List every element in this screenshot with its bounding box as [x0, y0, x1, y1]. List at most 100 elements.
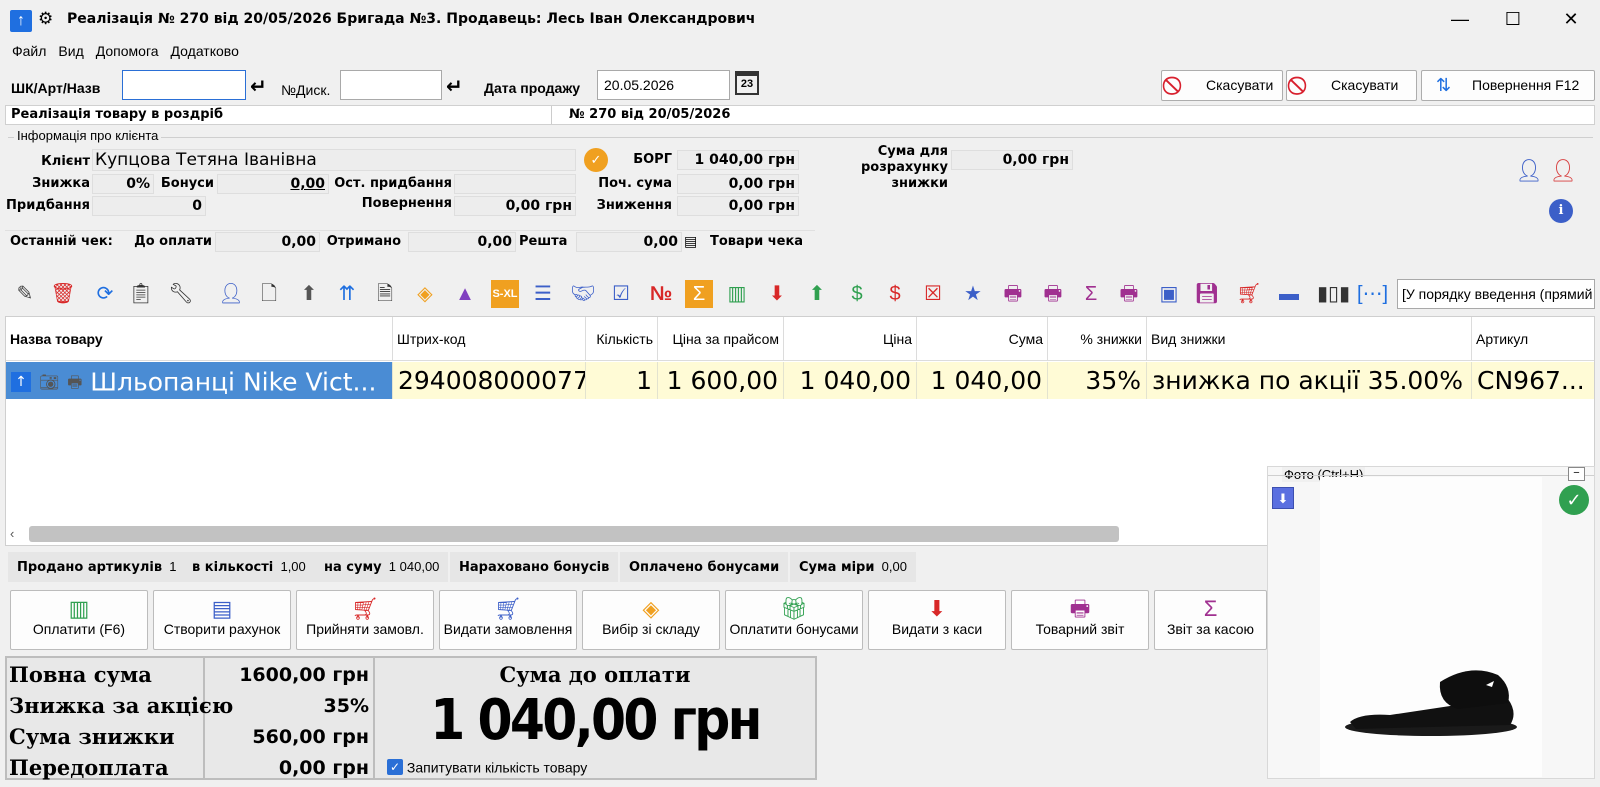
accept-order-button[interactable]: 🛒︎ Прийняти замовл.: [296, 590, 434, 650]
shapes-icon[interactable]: ▲: [451, 280, 479, 308]
dollar-out-icon[interactable]: $: [881, 280, 909, 308]
calendar-icon[interactable]: 23: [735, 71, 759, 95]
enter-icon[interactable]: ↵: [250, 74, 267, 99]
col-article[interactable]: Артикул: [1472, 317, 1594, 361]
row-price-list-cell[interactable]: 1 600,00: [658, 362, 784, 399]
col-price[interactable]: Ціна: [784, 317, 917, 361]
camera-icon[interactable]: 📷︎: [39, 373, 59, 392]
return-button[interactable]: ⇅ Повернення F12: [1421, 70, 1595, 101]
sort-select[interactable]: [У порядку введення (прямий: [1397, 279, 1595, 309]
user-icon[interactable]: 👤︎: [217, 280, 245, 308]
col-qty[interactable]: Кількість: [586, 317, 658, 361]
receipt-icon[interactable]: ▤: [684, 233, 697, 250]
arrow-down-icon[interactable]: ⬇: [1272, 487, 1294, 509]
cash-icon[interactable]: ▥: [723, 280, 751, 308]
bonus-value[interactable]: 0,00: [217, 174, 329, 194]
arrow-down-icon[interactable]: ⬇: [763, 280, 791, 308]
user-icon[interactable]: 👤︎: [1515, 158, 1543, 184]
scroll-left-icon[interactable]: ‹: [10, 526, 14, 541]
arrow-up-icon[interactable]: ↑: [11, 372, 31, 392]
pay-bonus-button[interactable]: 🎁︎ Оплатити бонусами: [725, 590, 863, 650]
ask-qty-row[interactable]: ✓ Запитувати кількість товару: [387, 758, 587, 776]
col-name[interactable]: Назва товару: [6, 317, 393, 361]
goods-report-button[interactable]: 🖶︎ Товарний звіт: [1011, 590, 1149, 650]
pay-button[interactable]: ▥ Оплатити (F6): [10, 590, 148, 650]
maximize-button[interactable]: ☐: [1490, 6, 1536, 32]
collapse-icon[interactable]: −: [1568, 467, 1585, 481]
print-icon[interactable]: 🖶︎: [999, 280, 1027, 308]
handshake-icon[interactable]: 🤝︎: [569, 280, 597, 308]
favorite-icon[interactable]: ★: [959, 280, 987, 308]
menu-extra[interactable]: Додатково: [165, 39, 245, 59]
col-disc-pct[interactable]: % знижки: [1048, 317, 1147, 361]
cancel-button[interactable]: ⃠Скасувати: [1161, 70, 1283, 101]
col-disc-type[interactable]: Вид знижки: [1147, 317, 1472, 361]
save-menu-icon[interactable]: 💾︎: [1193, 280, 1221, 308]
row-name-cell[interactable]: ↑ 📷︎ 🖶︎ Шльопанці Nike Vict...: [6, 362, 393, 399]
printer-menu-icon[interactable]: 🖶︎▾: [1115, 280, 1143, 333]
ask-qty-checkbox[interactable]: ✓: [387, 759, 403, 776]
user-outline-icon[interactable]: 👤︎: [1549, 158, 1577, 184]
cart-menu-icon[interactable]: 🛒︎: [1235, 280, 1263, 308]
sum-icon[interactable]: Σ: [685, 280, 713, 308]
discount-value: 0%: [92, 174, 154, 194]
row-sum-cell[interactable]: 1 040,00: [917, 362, 1048, 399]
close-button[interactable]: ✕: [1548, 6, 1594, 32]
id-card-icon[interactable]: ▣: [1155, 280, 1183, 308]
date-input[interactable]: [597, 70, 730, 100]
refresh-icon[interactable]: ⟳: [91, 280, 119, 308]
tools-icon[interactable]: 🔧︎: [167, 280, 195, 308]
warehouse-button[interactable]: ◈ Вибір зі складу: [582, 590, 720, 650]
row-qty-cell[interactable]: 1: [586, 362, 658, 399]
document-settings-icon[interactable]: 🗎: [371, 280, 399, 308]
add-document-icon[interactable]: 🗋: [255, 280, 283, 308]
cancel-all-button[interactable]: ⃠Скасувати всі: [1286, 70, 1417, 121]
menu-help[interactable]: Допомога: [90, 39, 165, 59]
col-sum[interactable]: Сума: [917, 317, 1048, 361]
arrow-up-icon[interactable]: ⬆: [803, 280, 831, 308]
disc-input[interactable]: [340, 70, 442, 100]
info-icon[interactable]: i: [1549, 199, 1573, 223]
delete-icon[interactable]: 🗑︎: [49, 280, 77, 308]
sort-up-icon[interactable]: ⇈: [333, 280, 361, 308]
size-icon[interactable]: S-XL: [491, 280, 519, 308]
row-barcode-cell[interactable]: 2940080000775: [393, 362, 586, 399]
check-icon[interactable]: ✓: [584, 148, 608, 172]
print-report-icon[interactable]: 🖶︎: [1039, 280, 1067, 308]
arrow-up-icon[interactable]: ↑: [10, 10, 32, 32]
enter-icon[interactable]: ↵: [446, 74, 463, 99]
row-disc-type-cell[interactable]: знижка по акції 35.00%: [1147, 362, 1472, 399]
row-article-cell[interactable]: CN967...: [1472, 362, 1594, 399]
menu-view[interactable]: Вид: [52, 39, 89, 59]
clipboard-icon[interactable]: 📋︎: [127, 280, 155, 308]
checklist-icon[interactable]: ☑: [607, 280, 635, 308]
client-field[interactable]: Купцова Тетяна Іванівна: [92, 149, 576, 171]
cash-report-button[interactable]: Σ Звіт за касою: [1154, 590, 1267, 650]
barcode-list-icon[interactable]: ☰: [529, 280, 557, 308]
menu-file[interactable]: Файл: [6, 39, 52, 59]
cash-out-button[interactable]: ⬇ Видати з каси: [868, 590, 1006, 650]
check-goods-label[interactable]: Товари чека: [710, 234, 803, 249]
create-invoice-button[interactable]: ▤ Створити рахунок: [153, 590, 291, 650]
printer-icon[interactable]: 🖶︎: [67, 373, 82, 392]
more-menu-icon[interactable]: [⋯]: [1357, 280, 1388, 308]
gear-icon[interactable]: ⚙: [38, 9, 53, 29]
edit-icon[interactable]: ✎: [11, 280, 39, 308]
col-price-list[interactable]: Ціна за прайсом: [658, 317, 784, 361]
barcode-menu-icon[interactable]: ▮▯▮: [1317, 280, 1350, 308]
issue-order-button[interactable]: 🛒︎ Видати замовлення: [439, 590, 577, 650]
col-barcode[interactable]: Штрих-код: [393, 317, 586, 361]
number-icon[interactable]: №: [647, 280, 675, 308]
cancel-receipt-icon[interactable]: ☒: [919, 280, 947, 308]
check-icon[interactable]: ✓: [1559, 485, 1589, 515]
dollar-in-icon[interactable]: $: [843, 280, 871, 308]
minimize-button[interactable]: —: [1437, 6, 1483, 32]
row-disc-pct-cell[interactable]: 35%: [1048, 362, 1147, 399]
barcode-input[interactable]: [122, 70, 246, 100]
row-price-cell[interactable]: 1 040,00: [784, 362, 917, 399]
layers-icon[interactable]: ◈: [411, 280, 439, 308]
terminal-menu-icon[interactable]: ▬: [1275, 280, 1303, 308]
horizontal-scrollbar[interactable]: [29, 526, 1119, 542]
receipt-sum-icon[interactable]: Σ: [1077, 280, 1105, 308]
upload-icon[interactable]: ⬆: [295, 280, 323, 308]
